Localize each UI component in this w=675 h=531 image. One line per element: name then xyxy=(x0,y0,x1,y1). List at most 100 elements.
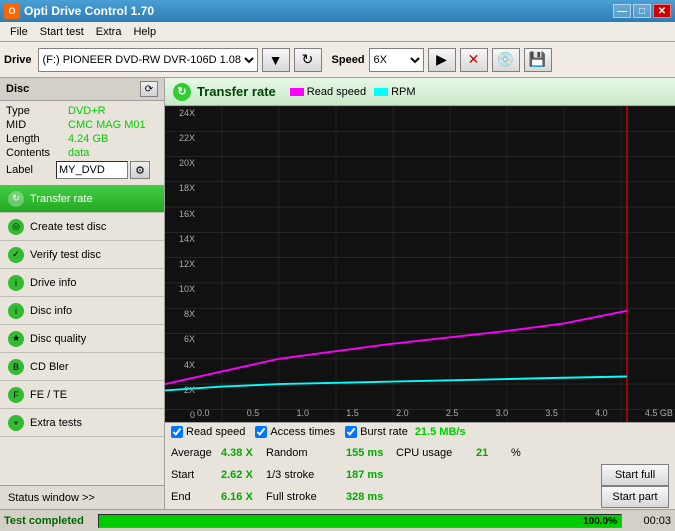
progress-bar-fill xyxy=(99,515,621,527)
nav-icon-fe-te: F xyxy=(8,387,24,403)
close-button[interactable]: ✕ xyxy=(653,4,671,18)
chart-header: ↻ Transfer rate Read speed RPM xyxy=(165,78,675,106)
status-window-button[interactable]: Status window >> xyxy=(0,485,164,509)
random-label: Random xyxy=(266,447,346,459)
nav-extra-tests[interactable]: + Extra tests xyxy=(0,409,164,437)
stats-area: Average 4.38 X Random 155 ms CPU usage 2… xyxy=(165,441,675,509)
x-label-1: 1.0 xyxy=(297,408,310,422)
drive-arrow-btn[interactable]: ▼ xyxy=(262,48,290,72)
stats-row-2: Start 2.62 X 1/3 stroke 187 ms Start ful… xyxy=(171,465,669,485)
stroke2-value: 328 ms xyxy=(346,491,396,503)
drive-label: Drive xyxy=(4,54,32,66)
disc-header-label: Disc xyxy=(6,83,29,95)
legend-color-read-speed xyxy=(290,88,304,96)
x-label-15: 1.5 xyxy=(346,408,359,422)
cpu-value: 21 xyxy=(476,447,511,459)
check-read-speed: Read speed xyxy=(171,426,245,438)
nav-icon-create-test-disc: ◎ xyxy=(8,219,24,235)
nav-label-fe-te: FE / TE xyxy=(30,389,67,401)
nav-icon-drive-info: i xyxy=(8,275,24,291)
chart-controls: Read speed Access times Burst rate 21.5 … xyxy=(165,422,675,441)
nav-icon-disc-info: i xyxy=(8,303,24,319)
title-bar: O Opti Drive Control 1.70 — □ ✕ xyxy=(0,0,675,22)
y-label-14: 14X xyxy=(165,234,195,244)
nav-label-extra-tests: Extra tests xyxy=(30,417,82,429)
legend-color-rpm xyxy=(374,88,388,96)
erase-btn[interactable]: ✕ xyxy=(460,48,488,72)
chart-legend: Read speed RPM xyxy=(290,86,416,98)
check-label-read-speed: Read speed xyxy=(186,426,245,438)
speed-go-btn[interactable]: ▶ xyxy=(428,48,456,72)
menu-help[interactable]: Help xyxy=(127,24,162,40)
toolbar: Drive (F:) PIONEER DVD-RW DVR-106D 1.08 … xyxy=(0,42,675,78)
nav-disc-info[interactable]: i Disc info xyxy=(0,297,164,325)
nav-label-drive-info: Drive info xyxy=(30,277,76,289)
disc-type-label: Type xyxy=(6,105,68,117)
nav-transfer-rate[interactable]: ↻ Transfer rate xyxy=(0,185,164,213)
y-label-24: 24X xyxy=(165,108,195,118)
y-label-10: 10X xyxy=(165,284,195,294)
x-label-4: 4.0 xyxy=(595,408,608,422)
nav-label-disc-info: Disc info xyxy=(30,305,72,317)
menu-bar: File Start test Extra Help xyxy=(0,22,675,42)
start-value: 2.62 X xyxy=(221,469,266,481)
check-burst-rate: Burst rate 21.5 MB/s xyxy=(345,426,465,438)
menu-start-test[interactable]: Start test xyxy=(34,24,90,40)
checkbox-access-times[interactable] xyxy=(255,426,267,438)
y-label-22: 22X xyxy=(165,133,195,143)
progress-label: 100.0% xyxy=(583,515,617,529)
right-content: ↻ Transfer rate Read speed RPM xyxy=(165,78,675,509)
x-label-25: 2.5 xyxy=(446,408,459,422)
disc-label-edit-btn[interactable]: ⚙ xyxy=(130,161,150,179)
maximize-button[interactable]: □ xyxy=(633,4,651,18)
nav-icon-verify-test-disc: ✓ xyxy=(8,247,24,263)
disc-btn[interactable]: 💿 xyxy=(492,48,520,72)
nav-create-test-disc[interactable]: ◎ Create test disc xyxy=(0,213,164,241)
average-value: 4.38 X xyxy=(221,447,266,459)
drive-select[interactable]: (F:) PIONEER DVD-RW DVR-106D 1.08 xyxy=(38,48,258,72)
nav-label-verify-test-disc: Verify test disc xyxy=(30,249,101,261)
disc-label-input[interactable] xyxy=(56,161,128,179)
nav-label-disc-quality: Disc quality xyxy=(30,333,86,345)
x-label-05: 0.5 xyxy=(247,408,260,422)
chart-area: 24X 22X 20X 18X 16X 14X 12X 10X 8X 6X 4X… xyxy=(165,106,675,422)
checkbox-read-speed[interactable] xyxy=(171,426,183,438)
status-text: Test completed xyxy=(4,515,94,527)
end-label: End xyxy=(171,491,221,503)
x-label-2: 2.0 xyxy=(396,408,409,422)
y-label-4: 4X xyxy=(165,360,195,370)
checkbox-burst-rate[interactable] xyxy=(345,426,357,438)
legend-label-rpm: RPM xyxy=(391,86,415,98)
x-label-3: 3.0 xyxy=(496,408,509,422)
cpu-label: CPU usage xyxy=(396,447,476,459)
progress-bar-container: 100.0% xyxy=(98,514,622,528)
status-bar: Test completed 100.0% 00:03 xyxy=(0,509,675,531)
minimize-button[interactable]: — xyxy=(613,4,631,18)
random-value: 155 ms xyxy=(346,447,396,459)
drive-action-btn[interactable]: ↻ xyxy=(294,48,322,72)
disc-info: Type DVD+R MID CMC MAG M01 Length 4.24 G… xyxy=(0,101,164,185)
chart-title: Transfer rate xyxy=(197,84,276,99)
nav-icon-cd-bler: B xyxy=(8,359,24,375)
nav-label-create-test-disc: Create test disc xyxy=(30,221,106,233)
nav-icon-transfer-rate: ↻ xyxy=(8,191,24,207)
nav-drive-info[interactable]: i Drive info xyxy=(0,269,164,297)
menu-file[interactable]: File xyxy=(4,24,34,40)
end-value: 6.16 X xyxy=(221,491,266,503)
nav-verify-test-disc[interactable]: ✓ Verify test disc xyxy=(0,241,164,269)
nav-disc-quality[interactable]: ★ Disc quality xyxy=(0,325,164,353)
window-title: Opti Drive Control 1.70 xyxy=(24,4,154,18)
start-label: Start xyxy=(171,469,221,481)
menu-extra[interactable]: Extra xyxy=(90,24,128,40)
cpu-unit: % xyxy=(511,447,521,459)
start-part-button[interactable]: Start part xyxy=(601,486,669,508)
chart-svg xyxy=(165,106,675,422)
save-btn[interactable]: 💾 xyxy=(524,48,552,72)
nav-cd-bler[interactable]: B CD Bler xyxy=(0,353,164,381)
stroke1-value: 187 ms xyxy=(346,469,396,481)
nav-fe-te[interactable]: F FE / TE xyxy=(0,381,164,409)
speed-select[interactable]: 6X 1X2X4X8XMax xyxy=(369,48,424,72)
main-area: Disc ⟳ Type DVD+R MID CMC MAG M01 Length… xyxy=(0,78,675,509)
disc-refresh-btn[interactable]: ⟳ xyxy=(140,81,158,97)
start-full-button[interactable]: Start full xyxy=(601,464,669,486)
